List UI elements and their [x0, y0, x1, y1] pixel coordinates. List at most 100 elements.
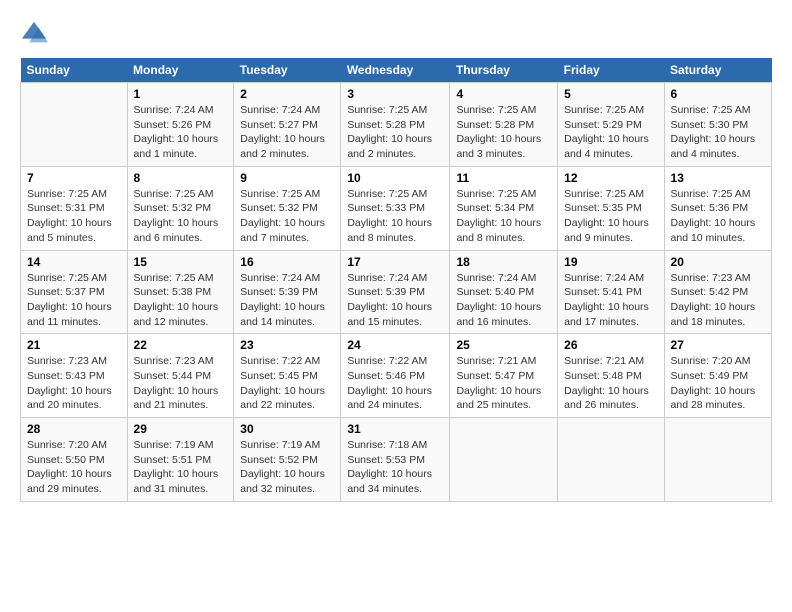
calendar-cell: 22Sunrise: 7:23 AMSunset: 5:44 PMDayligh… [127, 334, 234, 418]
calendar-cell: 28 Sunrise: 7:20 AMSunset: 5:50 PMDayligh… [21, 418, 128, 502]
day-info: Sunrise: 7:23 AMSunset: 5:43 PMDaylight:… [27, 354, 121, 413]
day-info: Sunrise: 7:24 AMSunset: 5:40 PMDaylight:… [456, 271, 551, 330]
day-number: 5 [564, 87, 657, 101]
calendar-header-wednesday: Wednesday [341, 58, 450, 83]
day-number: 16 [240, 255, 334, 269]
calendar-week-row: 1 Sunrise: 7:24 AMSunset: 5:26 PMDaylight… [21, 83, 772, 167]
calendar-week-row: 7 Sunrise: 7:25 AMSunset: 5:31 PMDaylight… [21, 166, 772, 250]
day-info: Sunrise: 7:22 AMSunset: 5:46 PMDaylight:… [347, 354, 443, 413]
day-number: 6 [671, 87, 765, 101]
day-number: 1 [134, 87, 228, 101]
day-info: Sunrise: 7:24 AMSunset: 5:26 PMDaylight:… [134, 103, 228, 162]
calendar-cell: 19 Sunrise: 7:24 AMSunset: 5:41 PMDayligh… [558, 250, 664, 334]
day-info: Sunrise: 7:20 AMSunset: 5:49 PMDaylight:… [671, 354, 765, 413]
day-number: 12 [564, 171, 657, 185]
calendar-header-friday: Friday [558, 58, 664, 83]
calendar-cell: 13Sunrise: 7:25 AMSunset: 5:36 PMDayligh… [664, 166, 771, 250]
day-number: 26 [564, 338, 657, 352]
day-info: Sunrise: 7:21 AMSunset: 5:47 PMDaylight:… [456, 354, 551, 413]
day-number: 29 [134, 422, 228, 436]
calendar-cell: 16 Sunrise: 7:24 AMSunset: 5:39 PMDayligh… [234, 250, 341, 334]
calendar-table: SundayMondayTuesdayWednesdayThursdayFrid… [20, 58, 772, 502]
day-info: Sunrise: 7:19 AMSunset: 5:52 PMDaylight:… [240, 438, 334, 497]
calendar-week-row: 21 Sunrise: 7:23 AMSunset: 5:43 PMDayligh… [21, 334, 772, 418]
calendar-header-monday: Monday [127, 58, 234, 83]
day-number: 28 [27, 422, 121, 436]
day-info: Sunrise: 7:24 AMSunset: 5:39 PMDaylight:… [240, 271, 334, 330]
calendar-header-row: SundayMondayTuesdayWednesdayThursdayFrid… [21, 58, 772, 83]
logo-icon [20, 20, 48, 48]
calendar-cell: 20Sunrise: 7:23 AMSunset: 5:42 PMDayligh… [664, 250, 771, 334]
calendar-cell: 14Sunrise: 7:25 AMSunset: 5:37 PMDayligh… [21, 250, 128, 334]
calendar-cell: 12 Sunrise: 7:25 AMSunset: 5:35 PMDayligh… [558, 166, 664, 250]
day-info: Sunrise: 7:25 AMSunset: 5:31 PMDaylight:… [27, 187, 121, 246]
day-info: Sunrise: 7:25 AMSunset: 5:29 PMDaylight:… [564, 103, 657, 162]
day-number: 7 [27, 171, 121, 185]
calendar-cell: 11 Sunrise: 7:25 AMSunset: 5:34 PMDayligh… [450, 166, 558, 250]
calendar-cell: 8Sunrise: 7:25 AMSunset: 5:32 PMDaylight… [127, 166, 234, 250]
calendar-cell: 27 Sunrise: 7:20 AMSunset: 5:49 PMDayligh… [664, 334, 771, 418]
day-info: Sunrise: 7:18 AMSunset: 5:53 PMDaylight:… [347, 438, 443, 497]
day-number: 21 [27, 338, 121, 352]
calendar-cell: 24 Sunrise: 7:22 AMSunset: 5:46 PMDayligh… [341, 334, 450, 418]
day-info: Sunrise: 7:21 AMSunset: 5:48 PMDaylight:… [564, 354, 657, 413]
calendar-cell: 5 Sunrise: 7:25 AMSunset: 5:29 PMDaylight… [558, 83, 664, 167]
day-number: 23 [240, 338, 334, 352]
day-number: 19 [564, 255, 657, 269]
calendar-cell: 23 Sunrise: 7:22 AMSunset: 5:45 PMDayligh… [234, 334, 341, 418]
day-number: 25 [456, 338, 551, 352]
logo [20, 20, 50, 48]
day-number: 10 [347, 171, 443, 185]
calendar-cell [558, 418, 664, 502]
day-number: 15 [134, 255, 228, 269]
calendar-header-sunday: Sunday [21, 58, 128, 83]
day-number: 4 [456, 87, 551, 101]
day-info: Sunrise: 7:25 AMSunset: 5:28 PMDaylight:… [456, 103, 551, 162]
calendar-header-tuesday: Tuesday [234, 58, 341, 83]
page-container: SundayMondayTuesdayWednesdayThursdayFrid… [0, 0, 792, 512]
day-info: Sunrise: 7:25 AMSunset: 5:34 PMDaylight:… [456, 187, 551, 246]
day-info: Sunrise: 7:25 AMSunset: 5:38 PMDaylight:… [134, 271, 228, 330]
calendar-cell: 1 Sunrise: 7:24 AMSunset: 5:26 PMDaylight… [127, 83, 234, 167]
day-number: 11 [456, 171, 551, 185]
calendar-cell: 30Sunrise: 7:19 AMSunset: 5:52 PMDayligh… [234, 418, 341, 502]
calendar-cell: 9 Sunrise: 7:25 AMSunset: 5:32 PMDaylight… [234, 166, 341, 250]
calendar-cell: 6Sunrise: 7:25 AMSunset: 5:30 PMDaylight… [664, 83, 771, 167]
calendar-cell: 18Sunrise: 7:24 AMSunset: 5:40 PMDayligh… [450, 250, 558, 334]
day-info: Sunrise: 7:25 AMSunset: 5:28 PMDaylight:… [347, 103, 443, 162]
day-number: 9 [240, 171, 334, 185]
calendar-cell: 7 Sunrise: 7:25 AMSunset: 5:31 PMDaylight… [21, 166, 128, 250]
day-number: 3 [347, 87, 443, 101]
day-number: 22 [134, 338, 228, 352]
day-info: Sunrise: 7:25 AMSunset: 5:32 PMDaylight:… [134, 187, 228, 246]
day-info: Sunrise: 7:25 AMSunset: 5:35 PMDaylight:… [564, 187, 657, 246]
calendar-cell: 25 Sunrise: 7:21 AMSunset: 5:47 PMDayligh… [450, 334, 558, 418]
day-info: Sunrise: 7:20 AMSunset: 5:50 PMDaylight:… [27, 438, 121, 497]
day-info: Sunrise: 7:25 AMSunset: 5:36 PMDaylight:… [671, 187, 765, 246]
calendar-week-row: 14Sunrise: 7:25 AMSunset: 5:37 PMDayligh… [21, 250, 772, 334]
day-number: 17 [347, 255, 443, 269]
day-number: 2 [240, 87, 334, 101]
calendar-cell: 15 Sunrise: 7:25 AMSunset: 5:38 PMDayligh… [127, 250, 234, 334]
day-number: 31 [347, 422, 443, 436]
day-info: Sunrise: 7:25 AMSunset: 5:32 PMDaylight:… [240, 187, 334, 246]
day-number: 14 [27, 255, 121, 269]
calendar-header-saturday: Saturday [664, 58, 771, 83]
day-info: Sunrise: 7:22 AMSunset: 5:45 PMDaylight:… [240, 354, 334, 413]
day-info: Sunrise: 7:24 AMSunset: 5:41 PMDaylight:… [564, 271, 657, 330]
calendar-cell: 21 Sunrise: 7:23 AMSunset: 5:43 PMDayligh… [21, 334, 128, 418]
day-info: Sunrise: 7:24 AMSunset: 5:39 PMDaylight:… [347, 271, 443, 330]
day-info: Sunrise: 7:23 AMSunset: 5:42 PMDaylight:… [671, 271, 765, 330]
calendar-cell: 3 Sunrise: 7:25 AMSunset: 5:28 PMDaylight… [341, 83, 450, 167]
day-info: Sunrise: 7:24 AMSunset: 5:27 PMDaylight:… [240, 103, 334, 162]
calendar-cell: 2 Sunrise: 7:24 AMSunset: 5:27 PMDaylight… [234, 83, 341, 167]
calendar-week-row: 28 Sunrise: 7:20 AMSunset: 5:50 PMDayligh… [21, 418, 772, 502]
day-number: 24 [347, 338, 443, 352]
calendar-cell: 4 Sunrise: 7:25 AMSunset: 5:28 PMDaylight… [450, 83, 558, 167]
calendar-cell [21, 83, 128, 167]
day-number: 27 [671, 338, 765, 352]
calendar-cell [664, 418, 771, 502]
calendar-cell [450, 418, 558, 502]
calendar-cell: 10Sunrise: 7:25 AMSunset: 5:33 PMDayligh… [341, 166, 450, 250]
day-info: Sunrise: 7:19 AMSunset: 5:51 PMDaylight:… [134, 438, 228, 497]
